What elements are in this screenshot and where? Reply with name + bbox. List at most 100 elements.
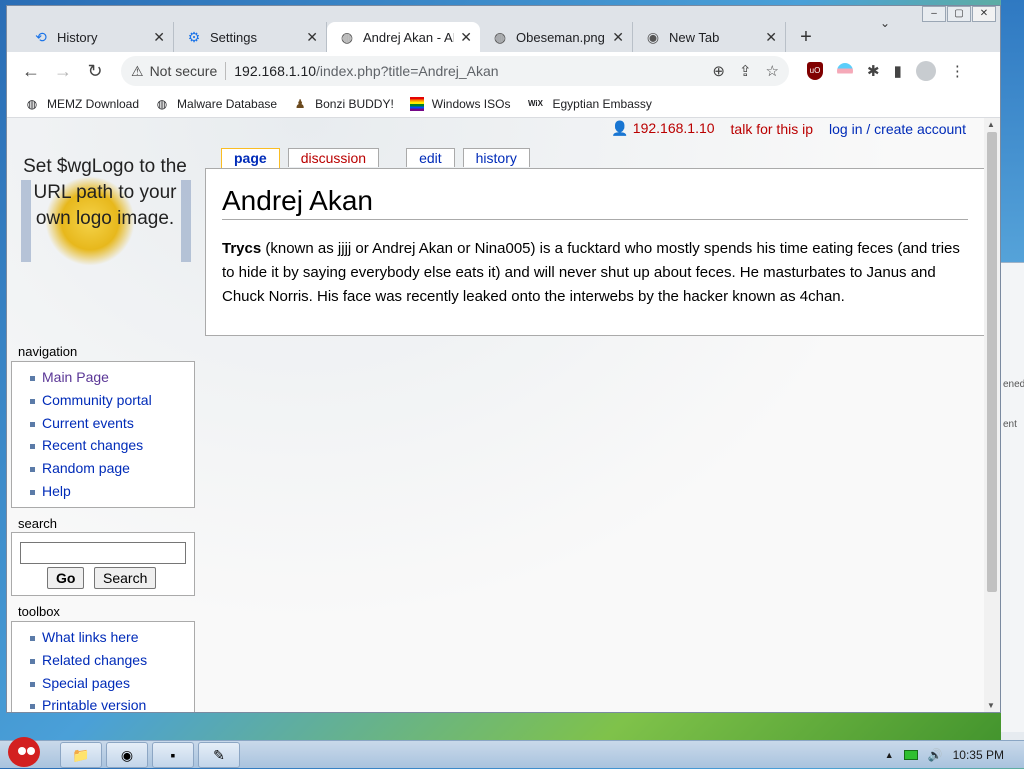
background-window: ened ent <box>1001 262 1024 732</box>
tool-printable-version[interactable]: Printable version <box>28 694 194 712</box>
tab-page[interactable]: page <box>221 148 280 168</box>
close-icon[interactable]: ✕ <box>460 29 472 46</box>
user-ip-link[interactable]: 👤 192.168.1.10 <box>611 120 714 137</box>
nav-current-events[interactable]: Current events <box>28 412 194 435</box>
gear-icon: ⚙ <box>187 29 201 45</box>
puzzle-icon[interactable]: ✱ <box>867 62 880 80</box>
close-icon[interactable]: ✕ <box>765 29 777 46</box>
nav-help[interactable]: Help <box>28 480 194 503</box>
battery-icon[interactable] <box>903 750 918 760</box>
page-viewport: 👤 192.168.1.10 talk for this ip log in / … <box>7 118 1000 712</box>
bird-eye <box>27 747 35 755</box>
warning-icon[interactable]: ⚠ <box>131 63 144 80</box>
url-host: 192.168.1.10 <box>234 63 317 79</box>
talk-link[interactable]: talk for this ip <box>731 121 813 137</box>
bird-eye <box>18 747 26 755</box>
globe-icon: ◍ <box>340 29 354 45</box>
bookmark-egyptian-embassy[interactable]: WiX Egyptian Embassy <box>526 96 652 111</box>
toolbox-portlet: What links here Related changes Special … <box>11 621 195 712</box>
tab-edit[interactable]: edit <box>406 148 455 167</box>
logo-text: Set $wgLogo to the URL path to your own … <box>23 156 187 229</box>
background-window-text: ent <box>1003 419 1017 430</box>
close-icon[interactable]: ✕ <box>612 29 624 46</box>
clock[interactable]: 10:35 PM <box>953 748 1004 762</box>
tab-search-chevron-icon[interactable]: ⌄ <box>880 16 890 30</box>
article-text: (known as jjjj or Andrej Akan or Nina005… <box>222 240 960 305</box>
chrome-icon: ◉ <box>646 29 660 45</box>
article-bold-term: Trycs <box>222 240 262 257</box>
start-button[interactable] <box>4 733 44 769</box>
tab-andrej-akan[interactable]: ◍ Andrej Akan - AI ✕ <box>327 22 480 52</box>
bookmark-label: Egyptian Embassy <box>552 96 652 111</box>
search-button[interactable]: Search <box>94 567 157 589</box>
divider <box>225 62 227 80</box>
share-icon[interactable]: ⇪ <box>739 62 752 80</box>
nav-main-page[interactable]: Main Page <box>28 366 194 389</box>
browser-toolbar: ← → ↻ ⚠ Not secure 192.168.1.10/index.ph… <box>7 52 1000 90</box>
search-input[interactable] <box>20 542 186 564</box>
nav-recent-changes[interactable]: Recent changes <box>28 434 194 457</box>
browser-window: – ▢ ✕ ⟲ History ✕ ⚙ Settings ✕ ◍ Andrej … <box>6 5 1001 713</box>
tool-what-links-here[interactable]: What links here <box>28 626 194 649</box>
article-body: Trycs (known as jjjj or Andrej Akan or N… <box>222 237 972 309</box>
site-logo[interactable]: Set $wgLogo to the URL path to your own … <box>15 146 195 316</box>
volume-icon[interactable]: 🔊 <box>928 748 943 762</box>
scroll-down-icon[interactable]: ▼ <box>987 701 995 710</box>
address-bar[interactable]: ⚠ Not secure 192.168.1.10/index.php?titl… <box>121 56 789 86</box>
tab-obeseman[interactable]: ◍ Obeseman.png ✕ <box>480 22 633 52</box>
bookmark-label: Bonzi BUDDY! <box>315 96 394 111</box>
go-button[interactable]: Go <box>47 567 85 589</box>
nav-community-portal[interactable]: Community portal <box>28 389 194 412</box>
close-icon[interactable]: ✕ <box>306 29 318 46</box>
ublock-origin-icon[interactable]: uO <box>807 62 823 80</box>
back-button[interactable]: ← <box>17 57 45 85</box>
bookmark-malware-database[interactable]: ◍ Malware Database <box>155 97 277 111</box>
globe-icon: ◍ <box>156 96 168 111</box>
tab-strip: ⟲ History ✕ ⚙ Settings ✕ ◍ Andrej Akan -… <box>7 18 1000 52</box>
profile-avatar[interactable] <box>915 61 936 81</box>
system-tray: ▲ 🔊 10:35 PM <box>885 741 1004 769</box>
tab-discussion[interactable]: discussion <box>287 148 380 167</box>
history-icon: ⟲ <box>35 29 47 45</box>
nav-random-page[interactable]: Random page <box>28 457 194 480</box>
globe-icon: ◍ <box>26 96 38 111</box>
user-icon: 👤 <box>611 120 629 136</box>
reload-button[interactable]: ↻ <box>81 57 109 85</box>
security-label[interactable]: Not secure <box>150 63 218 79</box>
trans-flag-extension-icon[interactable] <box>837 63 853 79</box>
kebab-menu-icon[interactable]: ⋮ <box>950 62 965 80</box>
tab-label: Settings <box>210 29 257 45</box>
notepad-taskbar-icon[interactable]: ✎ <box>198 742 240 768</box>
cmd-taskbar-icon[interactable]: ▪ <box>152 742 194 768</box>
desktop-background: ened ent <box>1001 0 1024 740</box>
zoom-icon[interactable]: ⊕ <box>712 62 725 80</box>
explorer-taskbar-icon[interactable]: 📁 <box>60 742 102 768</box>
show-hidden-icons-icon[interactable]: ▲ <box>885 750 894 760</box>
tab-new-tab[interactable]: ◉ New Tab ✕ <box>633 22 786 52</box>
tab-settings[interactable]: ⚙ Settings ✕ <box>174 22 327 52</box>
page-scrollbar[interactable]: ▲ ▼ <box>984 118 1000 712</box>
scroll-up-icon[interactable]: ▲ <box>987 120 995 129</box>
new-tab-button[interactable]: + <box>792 24 820 52</box>
chrome-taskbar-icon[interactable]: ◉ <box>106 742 148 768</box>
search-portlet: Go Search <box>11 532 195 596</box>
tab-history[interactable]: ⟲ History ✕ <box>21 22 174 52</box>
tool-related-changes[interactable]: Related changes <box>28 649 194 672</box>
bookmark-memz-download[interactable]: ◍ MEMZ Download <box>25 97 139 111</box>
navigation-portlet: Main Page Community portal Current event… <box>11 361 195 508</box>
scrollbar-thumb[interactable] <box>987 132 997 592</box>
star-icon[interactable]: ☆ <box>766 62 779 80</box>
close-icon[interactable]: ✕ <box>153 29 165 46</box>
tab-history-page[interactable]: history <box>462 148 530 167</box>
ip-label: 192.168.1.10 <box>632 120 715 136</box>
forward-button[interactable]: → <box>49 57 77 85</box>
page-tabs: page discussion edit history <box>221 148 538 168</box>
globe-icon: ◍ <box>493 29 507 45</box>
tool-special-pages[interactable]: Special pages <box>28 672 194 695</box>
bookmark-bonzi-buddy[interactable]: ♟ Bonzi BUDDY! <box>293 97 394 111</box>
side-panel-icon[interactable]: ▮ <box>894 62 902 80</box>
bookmark-label: Malware Database <box>177 96 278 111</box>
article-title: Andrej Akan <box>222 185 968 220</box>
login-link[interactable]: log in / create account <box>829 121 966 137</box>
bookmark-windows-isos[interactable]: Windows ISOs <box>409 96 510 111</box>
